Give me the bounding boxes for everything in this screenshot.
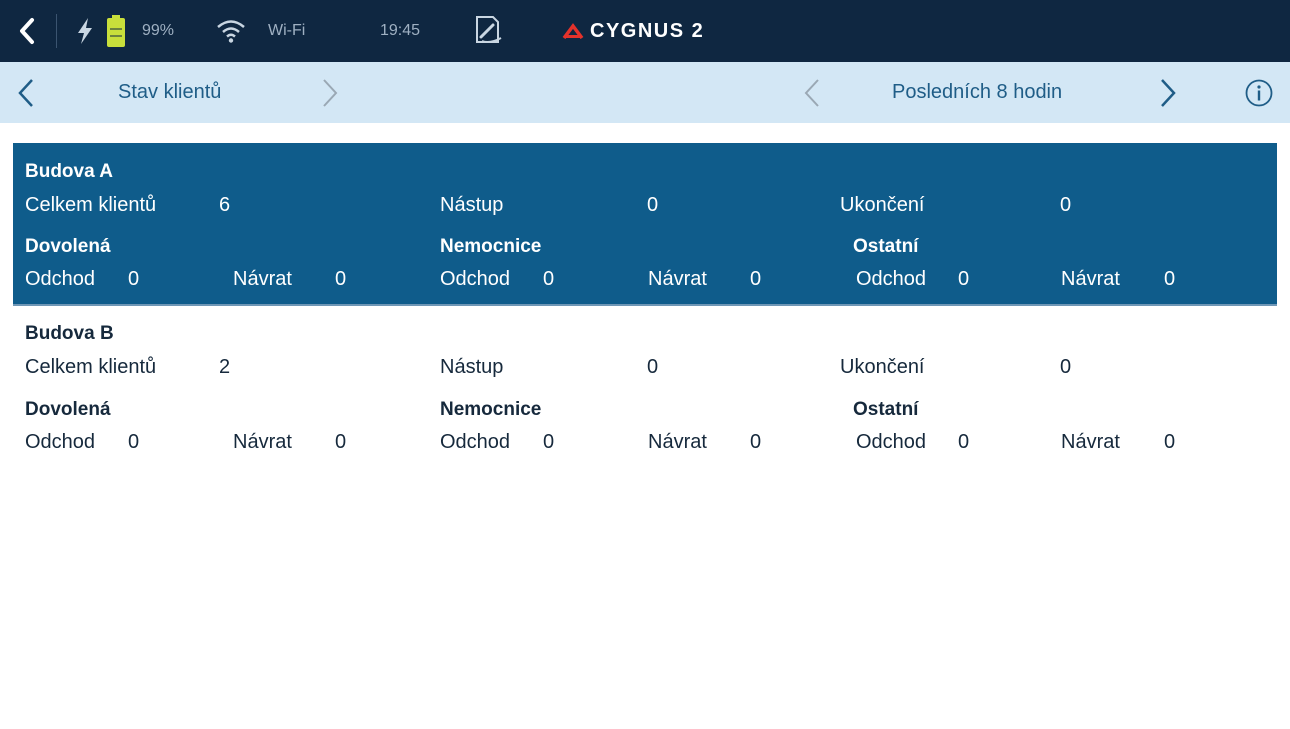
return-value: 0 <box>750 431 762 453</box>
period-title: Posledních 8 hodin <box>892 81 1063 103</box>
battery-icon <box>107 15 125 47</box>
building-name: Budova A <box>25 161 113 182</box>
back-button[interactable] <box>12 0 42 62</box>
return-label: Návrat <box>233 268 292 290</box>
charging-bolt-icon <box>78 18 92 44</box>
info-icon <box>1245 79 1273 106</box>
next-period-button[interactable] <box>1158 62 1178 123</box>
admission-label: Nástup <box>440 194 504 216</box>
status-divider <box>56 14 57 48</box>
admission-label: Nástup <box>440 356 504 378</box>
group-title-vacation: Dovolená <box>25 399 111 420</box>
total-clients-value: 2 <box>219 356 231 378</box>
termination-label: Ukončení <box>840 194 925 216</box>
total-clients-value: 6 <box>219 194 231 216</box>
back-arrow-icon <box>20 18 34 44</box>
return-value: 0 <box>1164 431 1176 453</box>
group-title-vacation: Dovolená <box>25 236 111 257</box>
group-title-other: Ostatní <box>853 399 919 420</box>
return-value: 0 <box>750 268 762 290</box>
battery-percent: 99% <box>142 22 175 39</box>
return-value: 0 <box>1164 268 1176 290</box>
group-title-other: Ostatní <box>853 236 919 257</box>
return-value: 0 <box>335 268 347 290</box>
chevron-left-icon <box>804 78 819 107</box>
termination-value: 0 <box>1060 356 1072 378</box>
building-name: Budova B <box>25 323 114 344</box>
chevron-right-icon <box>1161 78 1176 107</box>
departure-label: Odchod <box>440 268 511 290</box>
departure-value: 0 <box>958 431 970 453</box>
cygnus-logo-icon <box>562 23 584 39</box>
previous-period-button[interactable] <box>802 62 822 123</box>
logo-text: CYGNUS 2 <box>590 19 705 42</box>
departure-label: Odchod <box>25 431 96 453</box>
departure-value: 0 <box>543 268 555 290</box>
group-title-hospital: Nemocnice <box>440 399 542 420</box>
total-clients-label: Celkem klientů <box>25 356 157 378</box>
status-bar: 99% Wi-Fi 19:45 CYGNUS 2 <box>0 0 1290 62</box>
screen-title: Stav klientů <box>118 81 222 103</box>
info-button[interactable] <box>1244 62 1274 123</box>
termination-value: 0 <box>1060 194 1072 216</box>
building-card[interactable]: Budova A Celkem klientů 6 Nástup 0 Ukonč… <box>13 143 1277 306</box>
clock: 19:45 <box>380 22 421 39</box>
return-label: Návrat <box>233 431 292 453</box>
departure-label: Odchod <box>440 431 511 453</box>
total-clients-label: Celkem klientů <box>25 194 157 216</box>
departure-value: 0 <box>128 268 140 290</box>
departure-value: 0 <box>543 431 555 453</box>
wifi-icon <box>217 20 245 43</box>
wifi-label: Wi-Fi <box>268 22 306 39</box>
building-card[interactable]: Budova B Celkem klientů 2 Nástup 0 Ukonč… <box>13 306 1277 468</box>
sign-button[interactable] <box>474 0 504 62</box>
departure-value: 0 <box>958 268 970 290</box>
departure-value: 0 <box>128 431 140 453</box>
return-label: Návrat <box>648 268 707 290</box>
termination-label: Ukončení <box>840 356 925 378</box>
previous-screen-button[interactable] <box>16 62 36 123</box>
chevron-right-icon <box>323 78 338 107</box>
departure-label: Odchod <box>856 431 927 453</box>
next-screen-button[interactable] <box>320 62 340 123</box>
return-label: Návrat <box>1061 431 1120 453</box>
navigation-bar: Stav klientů Posledních 8 hodin <box>0 62 1290 123</box>
departure-label: Odchod <box>856 268 927 290</box>
sign-document-icon <box>476 16 502 43</box>
group-title-hospital: Nemocnice <box>440 236 542 257</box>
chevron-left-icon <box>18 78 33 107</box>
cygnus-logo: CYGNUS 2 <box>562 0 704 62</box>
departure-label: Odchod <box>25 268 96 290</box>
admission-value: 0 <box>647 194 659 216</box>
return-value: 0 <box>335 431 347 453</box>
admission-value: 0 <box>647 356 659 378</box>
return-label: Návrat <box>1061 268 1120 290</box>
return-label: Návrat <box>648 431 707 453</box>
